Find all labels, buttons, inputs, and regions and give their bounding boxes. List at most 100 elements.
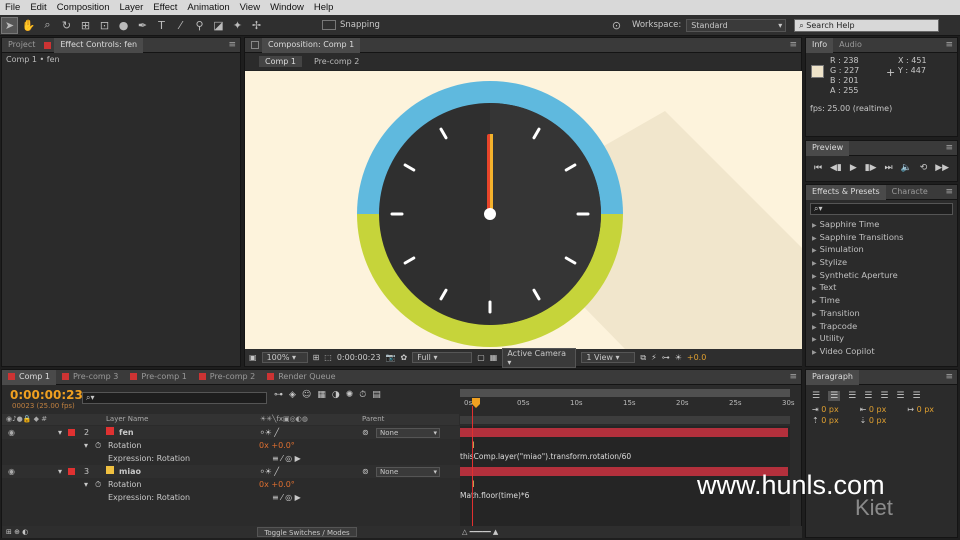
expand-triangle-icon[interactable]: ▾ — [58, 465, 62, 478]
next-frame-icon[interactable]: ▮▶ — [865, 163, 877, 173]
work-area-bar[interactable] — [460, 389, 790, 397]
panel-menu-icon[interactable]: ≡ — [945, 40, 953, 50]
comp-canvas[interactable] — [245, 71, 802, 349]
grid-icon[interactable]: ⊞ — [313, 353, 320, 362]
zoom-select[interactable]: 100% ▾ — [261, 352, 308, 363]
timeline-timecode[interactable]: 0:00:00:23 — [10, 388, 83, 402]
snapping-checkbox[interactable] — [322, 20, 336, 30]
menu-file[interactable]: File — [0, 2, 25, 13]
layer-row-fen[interactable]: ◉ ▾ 2 fen ⸰☀ ╱ ⊚ None ▾ — [2, 426, 462, 439]
layer-switches-icon[interactable]: ⸰☀ ╱ — [260, 426, 279, 439]
menu-animation[interactable]: Animation — [182, 2, 234, 13]
layer-name[interactable]: miao — [119, 465, 141, 478]
expression-row[interactable]: Expression: Rotation ≡ ⁄ ◎ ▶ — [2, 452, 462, 465]
stopwatch-icon[interactable]: ⏱ — [95, 478, 101, 491]
align-center-icon[interactable]: ☰ — [828, 391, 841, 401]
expression-text[interactable]: thisComp.layer("miao").transform.rotatio… — [460, 452, 631, 461]
menu-edit[interactable]: Edit — [25, 2, 51, 13]
effects-category-item[interactable]: ▶ Trapcode — [806, 320, 957, 333]
transparency-grid-icon[interactable]: ▦ — [490, 353, 498, 362]
tab-project[interactable]: Project — [2, 38, 41, 53]
shape-tool-icon[interactable]: ● — [115, 17, 132, 34]
menu-effect[interactable]: Effect — [148, 2, 182, 13]
justify-left-icon[interactable]: ☰ — [864, 391, 872, 401]
layer-row-miao[interactable]: ◉ ▾ 3 miao ⸰☀ ╱ ⊚ None ▾ — [2, 465, 462, 478]
pickwhip-icon[interactable]: ⊚ — [362, 426, 369, 439]
region-icon[interactable]: ▢ — [477, 353, 485, 362]
menu-composition[interactable]: Composition — [52, 2, 115, 13]
layer-bar-fen[interactable] — [460, 428, 788, 437]
effects-category-item[interactable]: ▶ Sapphire Transitions — [806, 231, 957, 244]
comp-timecode[interactable]: 0:00:00:23 — [337, 353, 381, 362]
zoom-slider[interactable]: △ ━━━━━ ▲ — [462, 526, 498, 538]
tab-character[interactable]: Characte — [886, 185, 934, 200]
effects-category-item[interactable]: ▶ Simulation — [806, 243, 957, 256]
visibility-icon[interactable]: ◉ — [8, 465, 15, 478]
space-before-field[interactable]: ⇡ 0 px — [812, 416, 856, 425]
brainstorm-icon[interactable]: ✺ — [346, 390, 354, 400]
pan-behind-tool-icon[interactable]: ⊡ — [96, 17, 113, 34]
time-ruler[interactable]: 0s 05s 10s 15s 20s 25s 30s — [460, 386, 795, 425]
timeline-tab[interactable]: Render Queue — [261, 370, 341, 385]
exposure-value[interactable]: +0.0 — [687, 353, 706, 362]
timeline-tab[interactable]: Pre-comp 1 — [124, 370, 192, 385]
effects-category-item[interactable]: ▶ Transition — [806, 307, 957, 320]
color-channels-icon[interactable]: ✿ — [401, 353, 408, 362]
label-color[interactable] — [68, 468, 75, 475]
timeline-tab[interactable]: Comp 1 — [2, 369, 56, 385]
view-layout-select[interactable]: 1 View ▾ — [581, 352, 636, 363]
effects-category-item[interactable]: ▶ Time — [806, 294, 957, 307]
rotation-value[interactable]: 0x +0.0° — [259, 478, 295, 491]
toggle-pixel-icon[interactable]: ⧉ — [640, 353, 646, 363]
space-after-field[interactable]: ⇣ 0 px — [860, 416, 904, 425]
effects-category-item[interactable]: ▶ Sapphire Time — [806, 218, 957, 231]
panel-menu-icon[interactable]: ≡ — [228, 40, 236, 50]
panel-menu-icon[interactable]: ≡ — [789, 40, 797, 50]
search-help-input[interactable]: ⌕ Search Help — [794, 18, 940, 32]
audio-icon[interactable]: 🔈 — [901, 163, 912, 173]
comp-mini-flowchart-icon[interactable]: ⊶ — [274, 390, 283, 400]
ram-preview-icon[interactable]: ▶▶ — [935, 163, 949, 173]
prev-frame-icon[interactable]: ◀▮ — [830, 163, 842, 173]
effects-category-item[interactable]: ▶ Video Copilot — [806, 345, 957, 358]
zoom-tool-icon[interactable]: ⌕ — [39, 17, 56, 34]
justify-center-icon[interactable]: ☰ — [880, 391, 888, 401]
rotate-tool-icon[interactable]: ↻ — [58, 17, 75, 34]
puppet-tool-icon[interactable]: ✦ — [229, 17, 246, 34]
col-parent[interactable]: Parent — [362, 414, 384, 425]
expand-triangle-icon[interactable]: ▾ — [58, 426, 62, 439]
first-frame-icon[interactable]: ⏮ — [814, 163, 822, 173]
clone-tool-icon[interactable]: ⚲ — [191, 17, 208, 34]
breadcrumb-precomp2[interactable]: Pre-comp 2 — [314, 57, 359, 66]
effects-category-item[interactable]: ▶ Synthetic Aperture — [806, 269, 957, 282]
col-layer-name[interactable]: Layer Name — [106, 414, 148, 425]
property-row-rotation[interactable]: ▾ ⏱ Rotation 0x +0.0° — [2, 478, 462, 491]
timeline-tab[interactable]: Pre-comp 3 — [56, 370, 124, 385]
justify-all-icon[interactable]: ☰ — [912, 391, 920, 401]
panel-menu-icon[interactable]: ≡ — [945, 143, 953, 153]
effects-search-input[interactable]: ⌕▾ — [810, 203, 953, 215]
tab-effects-presets[interactable]: Effects & Presets — [806, 184, 886, 200]
align-left-icon[interactable]: ☰ — [812, 391, 820, 401]
panel-menu-icon[interactable]: ≡ — [945, 187, 953, 197]
tab-audio[interactable]: Audio — [833, 38, 868, 53]
timeline-search-input[interactable]: ⌕▾ — [82, 392, 267, 404]
justify-right-icon[interactable]: ☰ — [896, 391, 904, 401]
rotation-value[interactable]: 0x +0.0° — [259, 439, 295, 452]
timeline-tab[interactable]: Pre-comp 2 — [193, 370, 261, 385]
indent-first-field[interactable]: ↦ 0 px — [907, 405, 951, 414]
layer-name[interactable]: fen — [119, 426, 134, 439]
indent-left-field[interactable]: ⇥ 0 px — [812, 405, 856, 414]
type-tool-icon[interactable]: T — [153, 17, 170, 34]
frame-blending-icon[interactable]: ▦ — [317, 390, 326, 400]
snapshot-icon[interactable]: 📷 — [386, 353, 396, 362]
auto-keyframe-icon[interactable]: ⏱ — [359, 390, 366, 400]
property-row-rotation[interactable]: ▾ ⏱ Rotation 0x +0.0° — [2, 439, 462, 452]
parent-select[interactable]: None ▾ — [376, 428, 440, 438]
parent-select[interactable]: None ▾ — [376, 467, 440, 477]
expand-triangle-icon[interactable]: ▾ — [84, 478, 88, 491]
playhead-line[interactable] — [472, 406, 473, 526]
menu-view[interactable]: View — [235, 2, 265, 13]
workspace-select[interactable]: Standard ▾ — [686, 18, 787, 32]
loop-icon[interactable]: ⟲ — [920, 163, 928, 173]
